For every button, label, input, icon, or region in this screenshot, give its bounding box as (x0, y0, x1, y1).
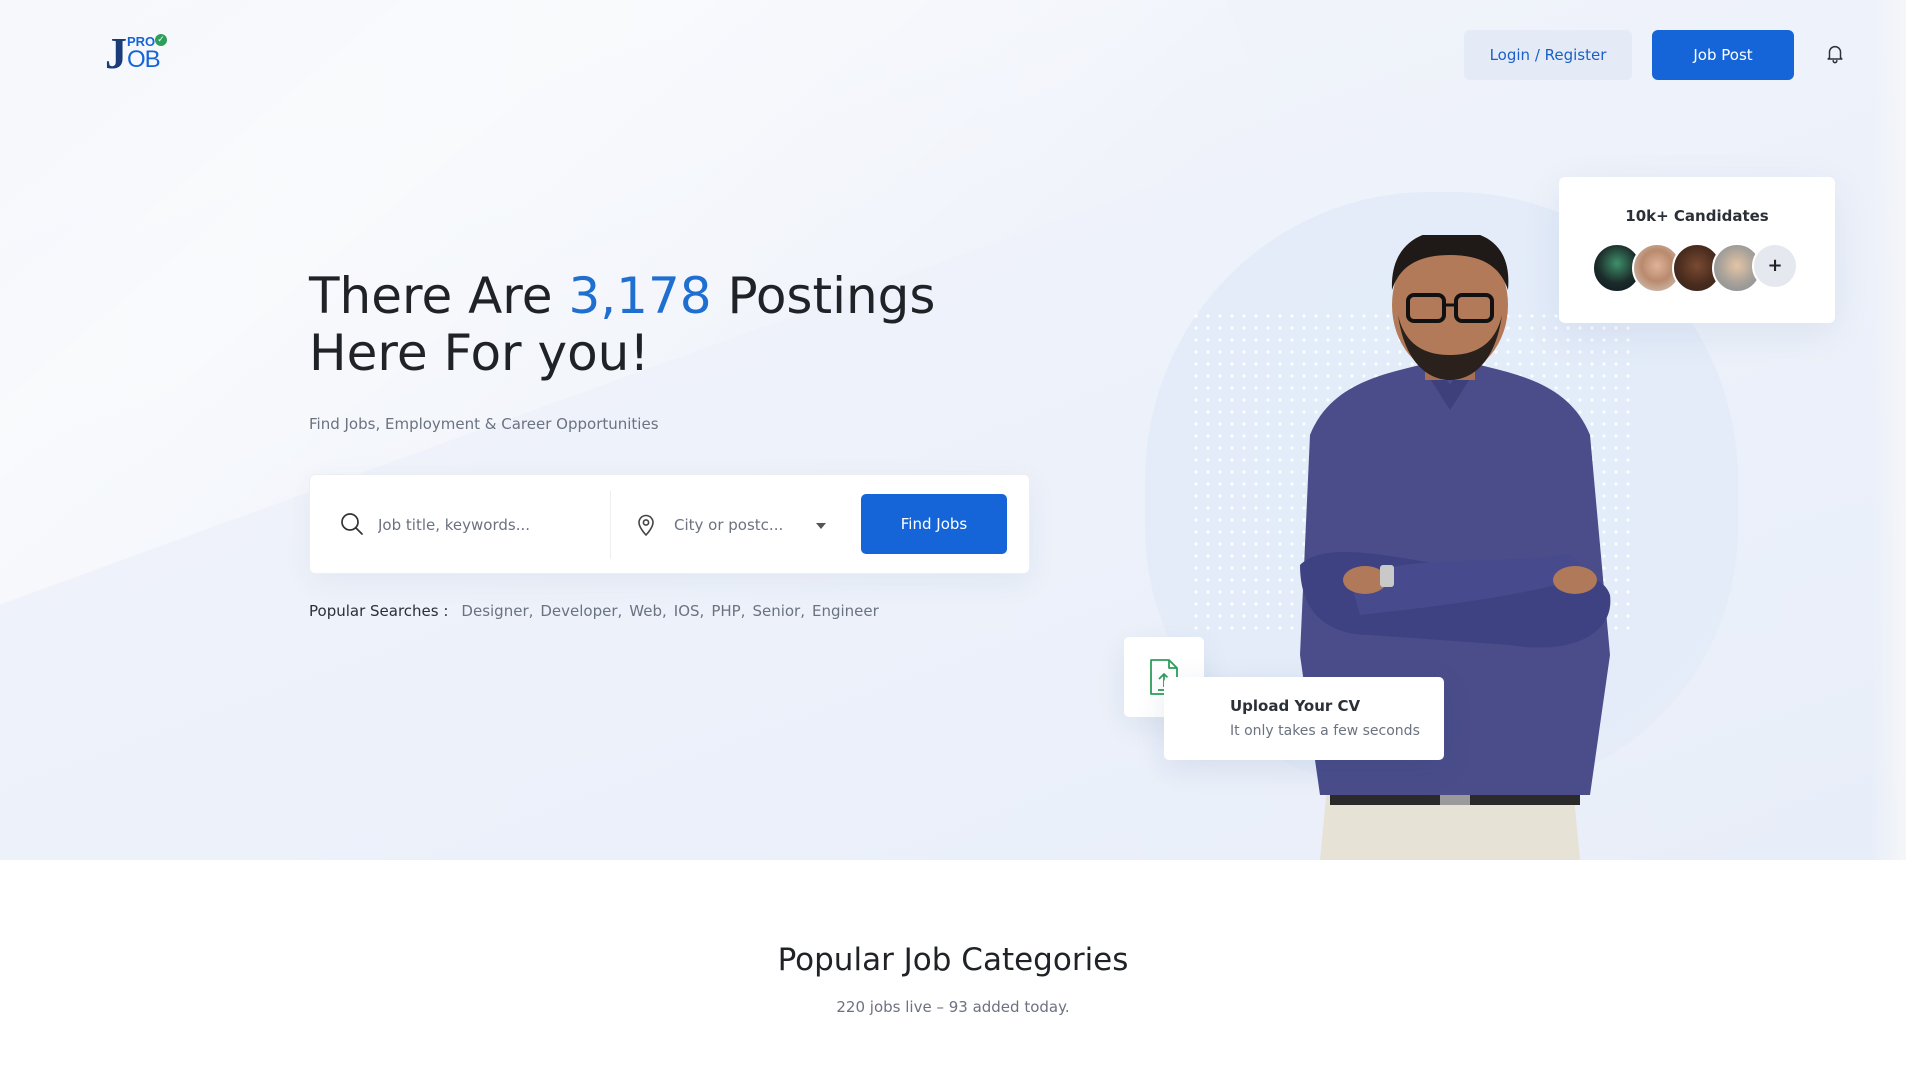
search-divider (610, 491, 611, 559)
categories-subtitle: 220 jobs live – 93 added today. (836, 998, 1070, 1016)
popular-tag-developer[interactable]: Developer, (540, 602, 622, 620)
location-pin-icon (636, 513, 656, 537)
search-icon (340, 512, 364, 536)
upload-cv-card[interactable]: Upload Your CV It only takes a few secon… (1164, 677, 1444, 760)
site-logo[interactable]: J PRO OB ✓ (105, 32, 169, 76)
upload-cv-subtitle: It only takes a few seconds (1230, 723, 1420, 739)
popular-tag-ios[interactable]: IOS, (674, 602, 705, 620)
scrollbar[interactable] (1872, 0, 1906, 860)
bell-icon[interactable] (1824, 42, 1846, 64)
popular-tag-designer[interactable]: Designer, (461, 602, 533, 620)
chevron-down-icon[interactable] (816, 523, 826, 529)
popular-tag-engineer[interactable]: Engineer (812, 602, 879, 620)
postings-count: 3,178 (568, 267, 712, 325)
login-register-button[interactable]: Login / Register (1464, 30, 1632, 80)
popular-searches: Popular Searches : Designer, Developer, … (309, 602, 879, 620)
job-search-form: City or postc... Find Jobs (309, 474, 1030, 574)
keyword-search-input[interactable] (378, 505, 598, 545)
hero-section: J PRO OB ✓ Login / Register Job Post The… (0, 0, 1906, 860)
more-candidates-button[interactable]: + (1752, 243, 1798, 289)
logo-ob: OB (127, 46, 161, 73)
candidates-title: 10k+ Candidates (1625, 207, 1769, 225)
candidates-card: 10k+ Candidates + (1559, 177, 1835, 323)
popular-tag-php[interactable]: PHP, (711, 602, 745, 620)
logo-check-icon: ✓ (155, 34, 167, 46)
popular-tag-senior[interactable]: Senior, (752, 602, 805, 620)
hero-subtitle: Find Jobs, Employment & Career Opportuni… (309, 415, 659, 433)
upload-cv-title: Upload Your CV (1230, 697, 1361, 715)
categories-title: Popular Job Categories (777, 942, 1129, 978)
find-jobs-button[interactable]: Find Jobs (861, 494, 1007, 554)
hero-person-image (1270, 230, 1630, 860)
page-title: There Are 3,178 Postings Here For you! (309, 268, 1069, 382)
popular-tag-web[interactable]: Web, (629, 602, 666, 620)
candidate-avatars: + (1592, 243, 1802, 293)
logo-letter: J (105, 29, 127, 78)
headline-prefix: There Are (309, 267, 569, 325)
job-post-button[interactable]: Job Post (1652, 30, 1794, 80)
location-select[interactable]: City or postc... (674, 505, 829, 545)
popular-searches-label: Popular Searches : (309, 602, 449, 620)
